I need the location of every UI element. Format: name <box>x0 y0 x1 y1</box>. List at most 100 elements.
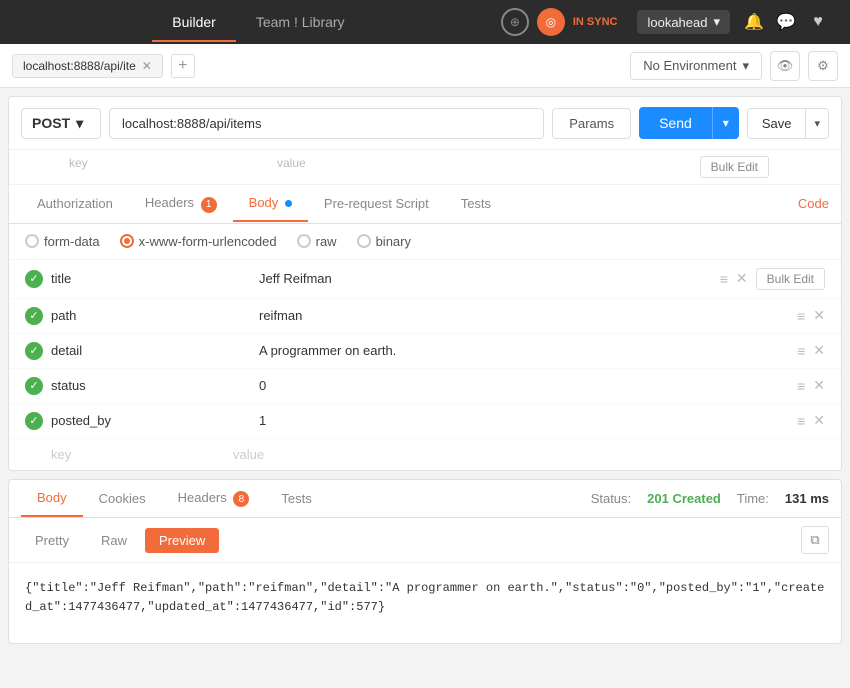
tab-authorization[interactable]: Authorization <box>21 186 129 221</box>
row-delete-icon-2[interactable]: ✕ <box>813 342 825 359</box>
tab-body[interactable]: Body <box>233 185 308 222</box>
env-settings-button[interactable]: ⚙ <box>808 51 838 81</box>
save-chevron-icon: ▾ <box>814 118 820 130</box>
nav-tab-team-library-label: Team ! Library <box>256 14 345 30</box>
row-menu-icon-2[interactable]: ≡ <box>797 343 805 359</box>
response-tab-body[interactable]: Body <box>21 480 83 517</box>
response-panel: Body Cookies Headers 8 Tests Status: 201… <box>8 479 842 645</box>
status-label: Status: <box>591 491 631 506</box>
radio-binary[interactable]: binary <box>357 234 411 249</box>
open-tab[interactable]: localhost:8888/api/ite ✕ <box>12 54 163 78</box>
request-panel: POST ▾ Params Send ▾ Save ▾ key value <box>8 96 842 471</box>
notifications-icon[interactable]: 🔔 <box>738 6 770 38</box>
row-delete-icon-4[interactable]: ✕ <box>813 412 825 429</box>
copy-response-button[interactable]: ⧉ <box>801 526 829 554</box>
response-tabs: Body Cookies Headers 8 Tests Status: 201… <box>9 480 841 519</box>
row-actions-1: ≡ ✕ <box>797 307 825 324</box>
empty-value-label: value <box>233 447 825 462</box>
body-type-selector: form-data x-www-form-urlencoded raw bina… <box>9 224 841 260</box>
row-value-2: A programmer on earth. <box>259 343 789 358</box>
sync-icon: ◎ <box>537 8 565 36</box>
environment-dropdown[interactable]: No Environment ▾ <box>630 52 762 80</box>
response-sub-tab-pretty[interactable]: Pretty <box>21 528 83 553</box>
code-link[interactable]: Code <box>798 186 829 221</box>
radio-urlencoded[interactable]: x-www-form-urlencoded <box>120 234 277 249</box>
send-arrow-button[interactable]: ▾ <box>712 107 739 139</box>
row-check-3[interactable]: ✓ <box>25 377 43 395</box>
response-sub-tabs: Pretty Raw Preview ⧉ <box>9 518 841 563</box>
bulk-edit-hint-button[interactable]: Bulk Edit <box>700 156 769 178</box>
row-menu-icon-3[interactable]: ≡ <box>797 378 805 394</box>
row-actions-3: ≡ ✕ <box>797 377 825 394</box>
nav-tab-team-library[interactable]: Team ! Library <box>236 2 365 42</box>
row-delete-icon-0[interactable]: ✕ <box>736 270 748 287</box>
row-actions-4: ≡ ✕ <box>797 412 825 429</box>
save-group: Save ▾ <box>747 108 829 139</box>
key-hint-label: key <box>69 156 269 178</box>
env-label: No Environment <box>643 58 736 73</box>
row-menu-icon-0[interactable]: ≡ <box>720 271 728 287</box>
row-key-2: detail <box>51 343 251 358</box>
heart-icon[interactable]: ♥ <box>802 6 834 38</box>
save-button[interactable]: Save <box>748 109 806 138</box>
time-value: 131 ms <box>785 491 829 506</box>
response-tab-tests[interactable]: Tests <box>265 481 327 516</box>
body-dot <box>285 200 292 207</box>
response-meta: Status: 201 Created Time: 131 ms <box>591 491 829 506</box>
add-tab-button[interactable]: + <box>171 54 195 78</box>
method-selector[interactable]: POST ▾ <box>21 108 101 139</box>
time-label: Time: <box>737 491 769 506</box>
response-sub-tab-preview[interactable]: Preview <box>145 528 219 553</box>
save-arrow-button[interactable]: ▾ <box>805 109 828 138</box>
row-delete-icon-3[interactable]: ✕ <box>813 377 825 394</box>
row-value-1: reifman <box>259 308 789 323</box>
tab-tests[interactable]: Tests <box>445 186 507 221</box>
tab-prerequest[interactable]: Pre-request Script <box>308 186 445 221</box>
bulk-edit-button[interactable]: Bulk Edit <box>756 268 825 290</box>
response-body: {"title":"Jeff Reifman","path":"reifman"… <box>9 563 841 643</box>
empty-form-row: key value <box>9 439 841 470</box>
row-check-4[interactable]: ✓ <box>25 412 43 430</box>
tab-close-icon[interactable]: ✕ <box>142 59 152 73</box>
row-value-4: 1 <box>259 413 789 428</box>
row-menu-icon-1[interactable]: ≡ <box>797 308 805 324</box>
env-eye-button[interactable]: 👁 <box>770 51 800 81</box>
row-check-0[interactable]: ✓ <box>25 270 43 288</box>
send-button[interactable]: Send <box>639 107 712 139</box>
user-label: lookahead <box>647 15 707 30</box>
row-check-2[interactable]: ✓ <box>25 342 43 360</box>
gear-icon: ⚙ <box>817 58 829 74</box>
params-button[interactable]: Params <box>552 108 631 139</box>
table-row: ✓ status 0 ≡ ✕ <box>9 369 841 404</box>
nav-tab-builder-label: Builder <box>172 14 216 30</box>
radio-raw[interactable]: raw <box>297 234 337 249</box>
response-tab-headers[interactable]: Headers 8 <box>162 480 266 518</box>
row-menu-icon-4[interactable]: ≡ <box>797 413 805 429</box>
radio-form-data[interactable]: form-data <box>25 234 100 249</box>
radio-urlencoded-circle <box>120 234 134 248</box>
chat-icon[interactable]: 💬 <box>770 6 802 38</box>
user-dropdown[interactable]: lookahead ▾ <box>637 10 730 34</box>
headers-badge: 1 <box>201 197 217 213</box>
url-bar: localhost:8888/api/ite ✕ + No Environmen… <box>0 44 850 88</box>
row-key-1: path <box>51 308 251 323</box>
table-row: ✓ title Jeff Reifman ≡ ✕ Bulk Edit <box>9 260 841 299</box>
row-actions-0: ≡ ✕ <box>720 270 748 287</box>
row-delete-icon-1[interactable]: ✕ <box>813 307 825 324</box>
user-chevron-icon: ▾ <box>713 14 720 30</box>
nav-tab-builder[interactable]: Builder <box>152 2 236 42</box>
table-row: ✓ posted_by 1 ≡ ✕ <box>9 404 841 439</box>
sub-tabs: Authorization Headers 1 Body Pre-request… <box>9 185 841 224</box>
empty-key-label: key <box>25 447 225 462</box>
tab-url: localhost:8888/api/ite <box>23 59 136 73</box>
response-sub-tab-raw[interactable]: Raw <box>87 528 141 553</box>
radio-binary-circle <box>357 234 371 248</box>
row-check-1[interactable]: ✓ <box>25 307 43 325</box>
response-tab-cookies[interactable]: Cookies <box>83 481 162 516</box>
row-actions-2: ≡ ✕ <box>797 342 825 359</box>
url-input[interactable] <box>109 108 544 139</box>
send-chevron-icon: ▾ <box>723 116 729 130</box>
request-line: POST ▾ Params Send ▾ Save ▾ <box>9 97 841 150</box>
sync-area: ⊕ ◎ IN SYNC <box>501 8 618 36</box>
tab-headers[interactable]: Headers 1 <box>129 185 233 223</box>
